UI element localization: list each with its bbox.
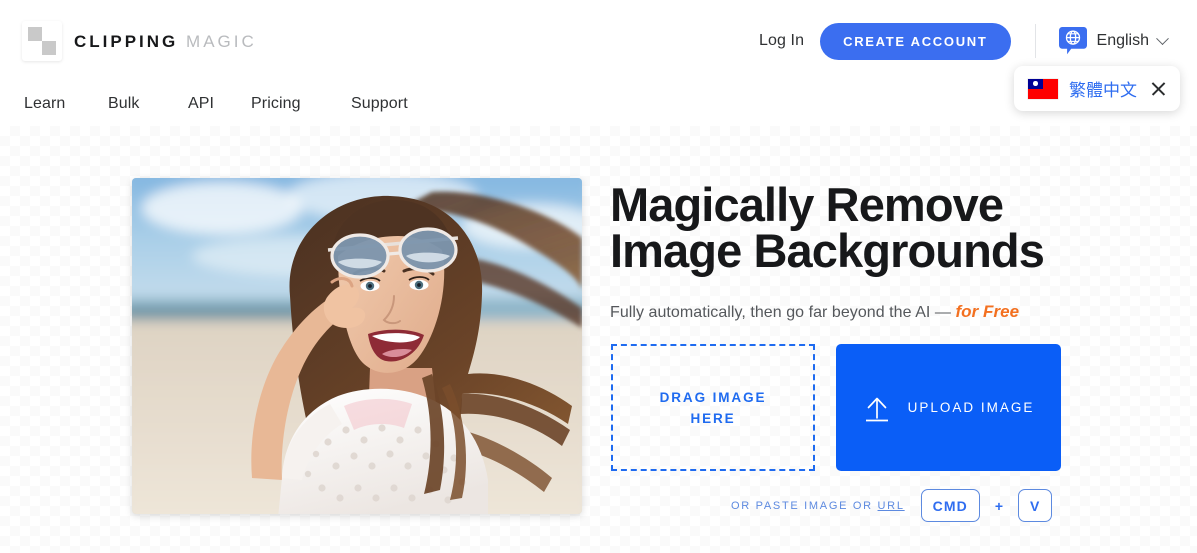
language-selector[interactable]: English [1058, 26, 1169, 56]
language-suggestion-popup[interactable]: 繁體中文 [1014, 66, 1180, 111]
brand-logo[interactable]: CLIPPING MAGIC [22, 21, 257, 61]
nav-item-pricing[interactable]: Pricing [251, 95, 301, 113]
paste-url-link[interactable]: URL [878, 500, 905, 512]
page-root: CLIPPING MAGIC Log In CREATE ACCOUNT Eng… [0, 0, 1197, 553]
language-popup-label[interactable]: 繁體中文 [1069, 76, 1137, 101]
taiwan-flag-icon [1028, 78, 1058, 99]
header-divider [1034, 24, 1036, 58]
upload-image-button[interactable]: UPLOAD IMAGE [836, 344, 1061, 471]
paste-hint-prefix: OR PASTE IMAGE OR [731, 499, 878, 512]
key-v[interactable]: V [1018, 489, 1053, 522]
nav-item-support[interactable]: Support [351, 95, 408, 113]
brand-name-light: MAGIC [186, 31, 257, 51]
nav-item-api[interactable]: API [188, 95, 214, 113]
paste-hint-text: OR PASTE IMAGE OR URL [731, 500, 905, 512]
brand-wordmark: CLIPPING MAGIC [74, 33, 257, 50]
login-link[interactable]: Log In [759, 32, 804, 50]
language-label: English [1096, 32, 1149, 49]
hero-subtitle-prefix: Fully automatically, then go far beyond … [610, 304, 956, 321]
create-account-button[interactable]: CREATE ACCOUNT [820, 22, 1011, 60]
hero-copy: Magically Remove Image Backgrounds Fully… [610, 181, 1130, 322]
globe-speech-bubble-icon [1058, 26, 1088, 56]
brand-name-bold: CLIPPING [74, 31, 179, 51]
drag-image-dropzone[interactable]: DRAG IMAGE HERE [611, 344, 815, 471]
page-title: Magically Remove Image Backgrounds [610, 181, 1130, 277]
nav-item-learn[interactable]: Learn [24, 95, 65, 113]
hero-photo [132, 178, 582, 514]
paste-image-row: OR PASTE IMAGE OR URL CMD + V [731, 489, 1053, 522]
dropzone-label: DRAG IMAGE HERE [659, 389, 767, 426]
chevron-down-icon [1156, 31, 1169, 45]
checkerboard-logo-icon [22, 21, 62, 61]
key-cmd[interactable]: CMD [920, 489, 980, 522]
upload-arrow-icon [863, 393, 891, 423]
nav-item-bulk[interactable]: Bulk [108, 95, 140, 113]
close-icon[interactable] [1150, 80, 1167, 97]
key-plus-separator: + [994, 497, 1004, 514]
upload-image-label: UPLOAD IMAGE [907, 400, 1035, 415]
hero-subtitle-highlight: for Free [955, 302, 1020, 321]
hero-heading-line2: Image Backgrounds [610, 224, 1045, 277]
hero-subtitle: Fully automatically, then go far beyond … [610, 302, 1130, 322]
